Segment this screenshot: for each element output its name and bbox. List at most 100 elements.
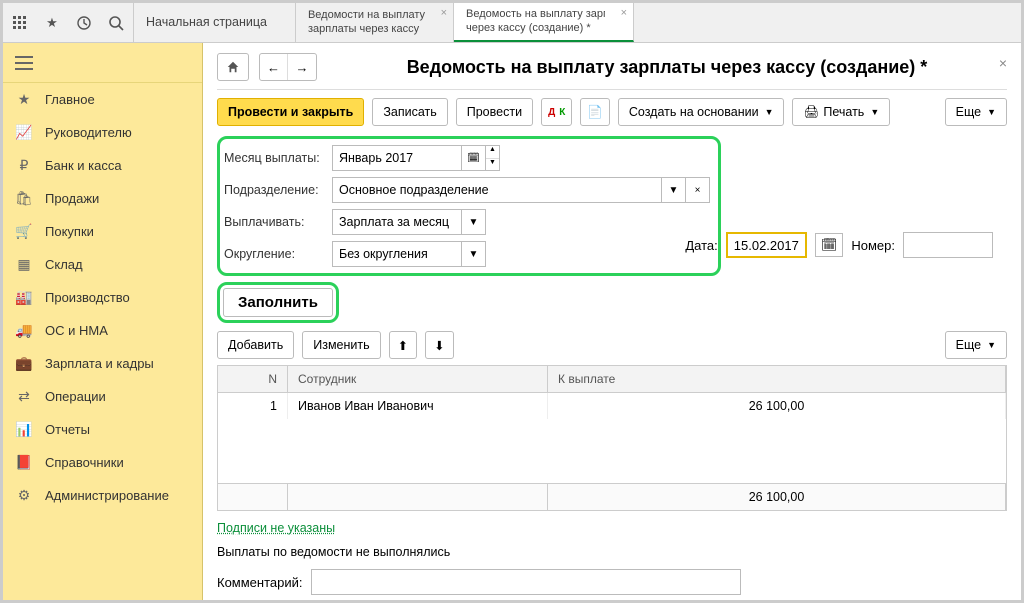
cell-payout: 26 100,00: [548, 393, 1006, 419]
foot-n: [218, 484, 288, 510]
department-clear-button[interactable]: ×: [686, 177, 710, 203]
home-button[interactable]: [217, 53, 249, 81]
rounding-input[interactable]: [332, 241, 462, 267]
tab-payroll-doc[interactable]: Ведомость на выплату зарплаты через касс…: [454, 3, 634, 42]
bag-icon: 🛍: [15, 190, 33, 207]
grid-body: 1 Иванов Иван Иванович 26 100,00: [218, 393, 1006, 483]
write-button[interactable]: Записать: [372, 98, 447, 126]
month-up-button[interactable]: ▲: [486, 146, 499, 159]
post-button[interactable]: Провести: [456, 98, 533, 126]
move-down-button[interactable]: ⬇: [425, 331, 453, 359]
close-doc-icon[interactable]: ×: [999, 55, 1007, 71]
fill-button-highlight: Заполнить: [217, 282, 339, 323]
create-based-button[interactable]: Создать на основании▼: [618, 98, 785, 126]
number-label: Номер:: [851, 238, 895, 253]
factory-icon: 🏭: [15, 289, 33, 306]
foot-total: 26 100,00: [548, 484, 1006, 510]
date-field[interactable]: 15.02.2017: [726, 232, 807, 258]
sidebar-item-refs[interactable]: 📕Справочники: [3, 446, 202, 479]
close-icon[interactable]: ×: [441, 7, 447, 19]
gear-icon: ⚙: [15, 487, 33, 504]
sidebar-item-label: ОС и НМА: [45, 323, 108, 338]
close-icon[interactable]: ×: [621, 7, 627, 19]
department-dropdown-button[interactable]: ▼: [662, 177, 686, 203]
sidebar-item-label: Зарплата и кадры: [45, 356, 154, 371]
sidebar-item-operations[interactable]: ⇄Операции: [3, 380, 202, 413]
nav-buttons: ← →: [259, 53, 317, 81]
date-value: 15.02.2017: [734, 238, 799, 253]
grid-header: N Сотрудник К выплате: [218, 366, 1006, 393]
col-header-n[interactable]: N: [218, 366, 288, 392]
sidebar-item-assets[interactable]: 🚚 ОС и НМА: [3, 314, 202, 347]
tab-label-line1: Ведомость на выплату зарплаты: [466, 8, 605, 21]
col-header-employee[interactable]: Сотрудник: [288, 366, 548, 392]
table-row[interactable]: 1 Иванов Иван Иванович 26 100,00: [218, 393, 1006, 419]
paytype-dropdown-button[interactable]: ▼: [462, 209, 486, 235]
table-toolbar: Добавить Изменить ⬆ ⬇ Еще▼: [217, 331, 1007, 359]
print-button[interactable]: 🖨Печать▼: [792, 98, 890, 126]
signatures-link[interactable]: Подписи не указаны: [217, 521, 335, 535]
history-icon[interactable]: [75, 14, 93, 32]
sidebar-item-production[interactable]: 🏭 Производство: [3, 281, 202, 314]
hamburger-icon: [15, 56, 33, 70]
tab-label: Начальная страница: [146, 15, 267, 30]
sidebar-item-salary[interactable]: 💼 Зарплата и кадры: [3, 347, 202, 380]
search-icon[interactable]: [107, 14, 125, 32]
sidebar-item-sales[interactable]: 🛍Продажи: [3, 182, 202, 215]
table-more-button[interactable]: Еще▼: [945, 331, 1007, 359]
edit-row-button[interactable]: Изменить: [302, 331, 380, 359]
col-header-payout[interactable]: К выплате: [548, 366, 1006, 392]
apps-icon[interactable]: [11, 14, 29, 32]
month-picker-icon[interactable]: 🗓: [462, 145, 486, 171]
sidebar-item-reports[interactable]: 📊 Отчеты: [3, 413, 202, 446]
rounding-dropdown-button[interactable]: ▼: [462, 241, 486, 267]
button-label: Печать: [823, 105, 864, 119]
bars-icon: 📊: [15, 421, 33, 438]
star-icon[interactable]: ★: [43, 14, 61, 32]
add-row-button[interactable]: Добавить: [217, 331, 294, 359]
fill-button[interactable]: Заполнить: [223, 288, 333, 317]
sidebar-item-admin[interactable]: ⚙ Администрирование: [3, 479, 202, 512]
tab-payroll-list[interactable]: Ведомости на выплату зарплаты через касс…: [296, 3, 454, 42]
sidebar-item-label: Главное: [45, 92, 95, 107]
sidebar-item-label: Отчеты: [45, 422, 90, 437]
sidebar-item-label: Производство: [45, 290, 130, 305]
month-input[interactable]: [332, 145, 462, 171]
sidebar-item-stock[interactable]: ▦Склад: [3, 248, 202, 281]
chart-icon: 📈: [15, 124, 33, 141]
foot-emp: [288, 484, 548, 510]
grid-footer: 26 100,00: [218, 483, 1006, 510]
number-input[interactable]: [903, 232, 993, 258]
sidebar-item-main[interactable]: ★Главное: [3, 83, 202, 116]
wallet-icon: 💼: [15, 355, 33, 372]
month-down-button[interactable]: ▼: [486, 159, 499, 171]
comment-input[interactable]: [311, 569, 741, 595]
debit-credit-button[interactable]: ДК: [541, 98, 572, 126]
department-input[interactable]: [332, 177, 662, 203]
paytype-input[interactable]: [332, 209, 462, 235]
sidebar-menu-toggle[interactable]: [3, 43, 202, 83]
ops-icon: ⇄: [15, 388, 33, 405]
more-button[interactable]: Еще▼: [945, 98, 1007, 126]
nav-back-button[interactable]: ←: [260, 54, 288, 80]
nav-forward-button[interactable]: →: [288, 54, 316, 80]
post-and-close-button[interactable]: Провести и закрыть: [217, 98, 364, 126]
cart-icon: 🛒: [15, 223, 33, 240]
sidebar-item-purchases[interactable]: 🛒Покупки: [3, 215, 202, 248]
sidebar-item-manager[interactable]: 📈Руководителю: [3, 116, 202, 149]
dept-label: Подразделение:: [224, 183, 332, 197]
sidebar-item-bank[interactable]: ₽Банк и касса: [3, 149, 202, 182]
content-area: ← → Ведомость на выплату зарплаты через …: [203, 43, 1021, 600]
calendar-icon[interactable]: 🗓: [815, 233, 844, 257]
truck-icon: 🚚: [15, 322, 33, 339]
cell-employee: Иванов Иван Иванович: [288, 393, 548, 419]
tab-home[interactable]: Начальная страница: [134, 3, 296, 42]
sidebar-item-label: Администрирование: [45, 488, 169, 503]
attachments-button[interactable]: 📄: [580, 98, 610, 126]
month-label: Месяц выплаты:: [224, 151, 332, 165]
doc-header: ← → Ведомость на выплату зарплаты через …: [217, 53, 1007, 90]
button-label: Еще: [956, 105, 981, 119]
move-up-button[interactable]: ⬆: [389, 331, 417, 359]
topbar-icon-group: ★: [3, 3, 134, 42]
tab-label-line2: через кассу (создание) *: [466, 22, 605, 35]
